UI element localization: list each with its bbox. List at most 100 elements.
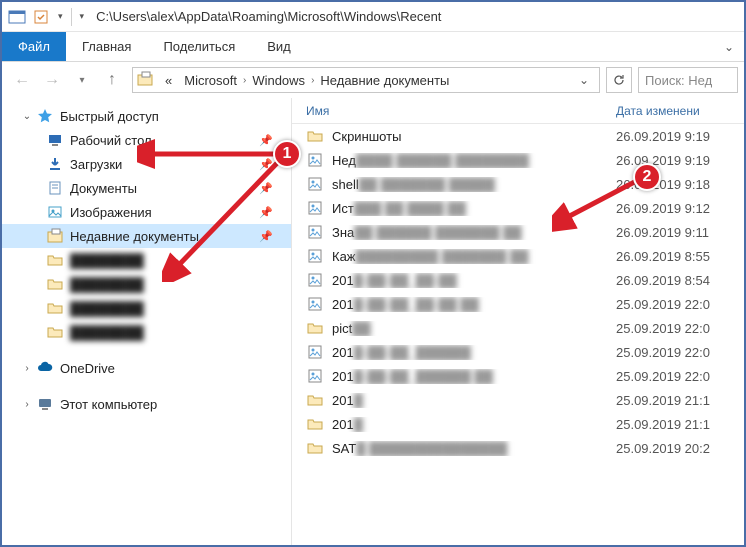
refresh-button[interactable] xyxy=(606,67,632,93)
title-bar: ▾ ▾ C:\Users\alex\AppData\Roaming\Micros… xyxy=(2,2,744,32)
breadcrumb-item[interactable]: Windows xyxy=(246,73,311,88)
pin-icon: 📌 xyxy=(259,206,273,219)
sidebar-item[interactable]: ████████ xyxy=(2,272,291,296)
recent-icon xyxy=(46,227,64,245)
properties-icon[interactable] xyxy=(30,6,52,28)
img-icon xyxy=(306,271,324,289)
chevron-down-icon[interactable]: ⌄ xyxy=(20,111,34,122)
sidebar-quick-access[interactable]: ⌄ Быстрый доступ xyxy=(2,104,291,128)
file-row[interactable]: 201█-██-██_██-██ ██25.09.2019 22:0 xyxy=(292,292,744,316)
pin-icon: 📌 xyxy=(259,134,273,147)
file-name: 201█ xyxy=(332,417,616,432)
breadcrumb-item[interactable]: Недавние документы xyxy=(314,73,455,88)
file-row[interactable]: pict██25.09.2019 22:0 xyxy=(292,316,744,340)
file-date: 25.09.2019 21:1 xyxy=(616,393,710,408)
history-dropdown-icon[interactable]: ▾ xyxy=(68,66,96,94)
file-row[interactable]: 201█-██-██_██████25.09.2019 22:0 xyxy=(292,340,744,364)
file-row[interactable]: Скриншоты26.09.2019 9:19 xyxy=(292,124,744,148)
sidebar-item[interactable]: ████████ xyxy=(2,248,291,272)
downloads-icon xyxy=(46,155,64,173)
sidebar-item-label: Недавние документы xyxy=(70,229,199,244)
navigation-pane: ⌄ Быстрый доступ Рабочий стол📌Загрузки📌Д… xyxy=(2,98,292,545)
file-name: SAT█ ███████████████ xyxy=(332,441,616,456)
sidebar-item-label: Рабочий стол xyxy=(70,133,152,148)
tab-home[interactable]: Главная xyxy=(66,32,147,61)
file-row[interactable]: 201█-██-██_██-██26.09.2019 8:54 xyxy=(292,268,744,292)
chevron-right-icon[interactable]: › xyxy=(20,363,34,374)
sidebar-item[interactable]: ████████ xyxy=(2,320,291,344)
qat-dropdown-icon[interactable]: ▾ xyxy=(58,11,63,22)
search-input[interactable]: Поиск: Нед xyxy=(638,67,738,93)
breadcrumb[interactable]: « Microsoft › Windows › Недавние докумен… xyxy=(132,67,600,93)
folder-icon xyxy=(46,251,64,269)
tab-share[interactable]: Поделиться xyxy=(147,32,251,61)
pin-icon: 📌 xyxy=(259,158,273,171)
file-name: Каж█████████ ███████ ██ xyxy=(332,249,616,264)
file-date: 25.09.2019 20:2 xyxy=(616,441,710,456)
file-name: 201█-██-██_██-██ xyxy=(332,273,616,288)
search-placeholder: Поиск: Нед xyxy=(645,73,712,88)
sidebar-item[interactable]: Изображения 📌 xyxy=(2,200,291,224)
pictures-icon xyxy=(46,203,64,221)
sidebar-item-label: ████████ xyxy=(70,277,144,292)
tab-file[interactable]: Файл xyxy=(2,32,66,61)
sidebar-onedrive[interactable]: › OneDrive xyxy=(2,356,291,380)
explorer-icon xyxy=(6,6,28,28)
breadcrumb-dropdown-icon[interactable]: ⌄ xyxy=(573,73,595,87)
file-name: 201█-██-██_██████ xyxy=(332,345,616,360)
sidebar-item[interactable]: Недавние документы 📌 xyxy=(2,224,291,248)
file-name: Ист███ ██ ████ ██ xyxy=(332,201,616,216)
img-icon xyxy=(306,223,324,241)
file-list-pane: Имя Дата изменени Скриншоты26.09.2019 9:… xyxy=(292,98,744,545)
sidebar-item-label: Быстрый доступ xyxy=(60,109,159,124)
file-date: 25.09.2019 22:0 xyxy=(616,345,710,360)
column-date[interactable]: Дата изменени xyxy=(616,104,744,118)
file-row[interactable]: 201█-██-██_██████ ██25.09.2019 22:0 xyxy=(292,364,744,388)
file-row[interactable]: Нед████ ██████ ████████26.09.2019 9:19 xyxy=(292,148,744,172)
file-name: 201█-██-██_██-██ ██ xyxy=(332,297,616,312)
img-icon xyxy=(306,175,324,193)
sidebar-item-label: ████████ xyxy=(70,301,144,316)
tab-view[interactable]: Вид xyxy=(251,32,307,61)
chevron-right-icon[interactable]: › xyxy=(20,399,34,410)
file-row[interactable]: 201█25.09.2019 21:1 xyxy=(292,388,744,412)
sidebar-item-label: ████████ xyxy=(70,325,144,340)
up-button[interactable]: ↑ xyxy=(98,66,126,94)
column-headers: Имя Дата изменени xyxy=(292,98,744,124)
sidebar-item[interactable]: ████████ xyxy=(2,296,291,320)
sidebar-item[interactable]: Рабочий стол 📌 xyxy=(2,128,291,152)
breadcrumb-prefix[interactable]: « xyxy=(159,73,178,88)
file-date: 25.09.2019 22:0 xyxy=(616,321,710,336)
sidebar-item-label: Изображения xyxy=(70,205,152,220)
file-date: 26.09.2019 9:19 xyxy=(616,129,710,144)
sidebar-item-label: OneDrive xyxy=(60,361,115,376)
folder-icon xyxy=(306,439,324,457)
file-name: 201█ xyxy=(332,393,616,408)
file-date: 25.09.2019 22:0 xyxy=(616,369,710,384)
pin-icon: 📌 xyxy=(259,230,273,243)
folder-icon xyxy=(46,275,64,293)
file-row[interactable]: 201█25.09.2019 21:1 xyxy=(292,412,744,436)
sidebar-this-pc[interactable]: › Этот компьютер xyxy=(2,392,291,416)
sidebar-item[interactable]: Загрузки📌 xyxy=(2,152,291,176)
sidebar-item[interactable]: Документы📌 xyxy=(2,176,291,200)
column-name[interactable]: Имя xyxy=(306,104,616,118)
file-row[interactable]: Ист███ ██ ████ ██26.09.2019 9:12 xyxy=(292,196,744,220)
ribbon-collapse-icon[interactable]: ⌄ xyxy=(714,32,744,61)
file-date: 26.09.2019 9:12 xyxy=(616,201,710,216)
forward-button[interactable]: → xyxy=(38,66,66,94)
file-row[interactable]: Зна██ ██████ ███████ ██26.09.2019 9:11 xyxy=(292,220,744,244)
file-row[interactable]: SAT█ ███████████████25.09.2019 20:2 xyxy=(292,436,744,460)
back-button[interactable]: ← xyxy=(8,66,36,94)
folder-icon xyxy=(306,127,324,145)
img-icon xyxy=(306,247,324,265)
file-name: shell██ ███████ █████ xyxy=(332,177,616,192)
file-row[interactable]: Каж█████████ ███████ ██26.09.2019 8:55 xyxy=(292,244,744,268)
folder-icon xyxy=(46,323,64,341)
file-row[interactable]: shell██ ███████ █████26.09.2019 9:18 xyxy=(292,172,744,196)
qat-overflow-icon[interactable]: ▾ xyxy=(80,11,85,22)
breadcrumb-item[interactable]: Microsoft xyxy=(178,73,243,88)
folder-icon xyxy=(306,391,324,409)
file-date: 26.09.2019 8:54 xyxy=(616,273,710,288)
window-title: C:\Users\alex\AppData\Roaming\Microsoft\… xyxy=(96,9,441,24)
